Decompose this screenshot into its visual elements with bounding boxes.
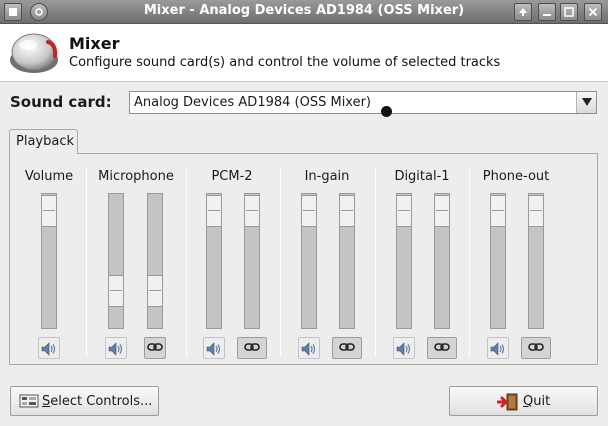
close-button[interactable] xyxy=(584,3,602,21)
speaker-icon xyxy=(108,342,123,356)
dialog-header: Mixer Configure sound card(s) and contro… xyxy=(0,24,608,82)
select-controls-button[interactable]: Select Controls... xyxy=(10,386,159,416)
quit-button[interactable]: Quit xyxy=(449,386,598,416)
mute-toggle-button[interactable] xyxy=(393,337,415,359)
mouse-cursor xyxy=(381,106,392,117)
channel-phone-out: Phone-out xyxy=(477,154,555,366)
channel-separator xyxy=(375,167,376,357)
speaker-icon xyxy=(396,342,411,356)
chain-link-icon xyxy=(147,343,163,351)
close-icon xyxy=(588,7,598,17)
right-volume-slider[interactable] xyxy=(528,193,544,329)
mute-toggle-button[interactable] xyxy=(203,337,225,359)
playback-panel: Volume Microphone PCM-2 In-gain Digital-… xyxy=(9,153,598,365)
speaker-icon xyxy=(41,342,56,356)
maximize-icon xyxy=(564,7,574,17)
channel-digital-1: Digital-1 xyxy=(383,154,461,366)
soundcard-dropdown-button[interactable] xyxy=(576,92,596,113)
left-volume-slider[interactable] xyxy=(206,193,222,329)
channel-volume: Volume xyxy=(20,154,78,366)
dialog-subtitle: Configure sound card(s) and control the … xyxy=(69,55,501,70)
channel-separator xyxy=(280,167,281,357)
chain-link-icon xyxy=(528,343,544,351)
slider-thumb[interactable] xyxy=(396,195,412,227)
slider-thumb[interactable] xyxy=(339,195,355,227)
speaker-icon xyxy=(490,342,505,356)
exit-door-icon xyxy=(497,393,518,411)
minimize-icon xyxy=(543,14,551,16)
speaker-icon xyxy=(206,342,221,356)
volume-slider[interactable] xyxy=(41,193,57,329)
slider-thumb[interactable] xyxy=(301,195,317,227)
lock-channels-button[interactable] xyxy=(144,337,166,359)
dialog-title: Mixer xyxy=(69,34,120,53)
lock-channels-button[interactable] xyxy=(332,337,362,359)
maximize-button[interactable] xyxy=(560,3,578,21)
slider-thumb[interactable] xyxy=(41,195,57,227)
soundcard-combobox[interactable]: Analog Devices AD1984 (OSS Mixer) xyxy=(129,91,597,114)
label-rest: elect Controls... xyxy=(50,394,153,409)
mixer-knob-icon xyxy=(10,33,58,73)
left-volume-slider[interactable] xyxy=(396,193,412,329)
lock-channels-button[interactable] xyxy=(427,337,457,359)
window-titlebar[interactable]: Mixer - Analog Devices AD1984 (OSS Mixer… xyxy=(0,0,608,24)
speaker-icon xyxy=(301,342,316,356)
channel-separator xyxy=(186,167,187,357)
quit-label: Quit xyxy=(523,394,550,409)
label-rest: uit xyxy=(533,394,551,409)
right-volume-slider[interactable] xyxy=(434,193,450,329)
mute-toggle-button[interactable] xyxy=(38,337,60,359)
channel-in-gain: In-gain xyxy=(288,154,366,366)
slider-thumb[interactable] xyxy=(147,275,163,307)
controls-icon xyxy=(19,394,39,408)
lock-channels-button[interactable] xyxy=(521,337,551,359)
left-volume-slider[interactable] xyxy=(301,193,317,329)
right-volume-slider[interactable] xyxy=(244,193,260,329)
mute-toggle-button[interactable] xyxy=(298,337,320,359)
channel-label: In-gain xyxy=(304,169,350,184)
tab-playback-label: Playback xyxy=(16,134,75,149)
channel-label: Phone-out xyxy=(482,169,550,184)
mute-toggle-button[interactable] xyxy=(487,337,509,359)
left-volume-slider[interactable] xyxy=(108,193,124,329)
slider-thumb[interactable] xyxy=(528,195,544,227)
left-volume-slider[interactable] xyxy=(490,193,506,329)
mute-toggle-button[interactable] xyxy=(105,337,127,359)
channel-label: PCM-2 xyxy=(211,169,253,184)
right-volume-slider[interactable] xyxy=(147,193,163,329)
minimize-button[interactable] xyxy=(538,3,556,21)
tab-playback[interactable]: Playback xyxy=(9,129,78,154)
channel-label: Volume xyxy=(24,169,74,184)
soundcard-label: Sound card: xyxy=(10,93,112,111)
soundcard-value: Analog Devices AD1984 (OSS Mixer) xyxy=(134,95,372,110)
channel-separator xyxy=(86,167,87,357)
slider-thumb[interactable] xyxy=(206,195,222,227)
triangle-down-icon xyxy=(581,98,592,106)
chain-link-icon xyxy=(339,343,355,351)
channel-pcm-2: PCM-2 xyxy=(193,154,271,366)
channel-microphone: Microphone xyxy=(94,154,178,366)
lock-channels-button[interactable] xyxy=(237,337,267,359)
shade-button[interactable] xyxy=(514,3,532,21)
arrow-up-icon xyxy=(519,8,527,16)
channel-label: Digital-1 xyxy=(394,169,450,184)
channel-label: Microphone xyxy=(98,169,174,184)
right-volume-slider[interactable] xyxy=(339,193,355,329)
chain-link-icon xyxy=(244,343,260,351)
slider-thumb[interactable] xyxy=(434,195,450,227)
mnemonic: Q xyxy=(523,394,534,409)
slider-thumb[interactable] xyxy=(108,275,124,307)
channel-separator xyxy=(469,167,470,357)
chain-link-icon xyxy=(434,343,450,351)
slider-thumb[interactable] xyxy=(490,195,506,227)
slider-thumb[interactable] xyxy=(244,195,260,227)
select-controls-label: Select Controls... xyxy=(42,394,152,409)
